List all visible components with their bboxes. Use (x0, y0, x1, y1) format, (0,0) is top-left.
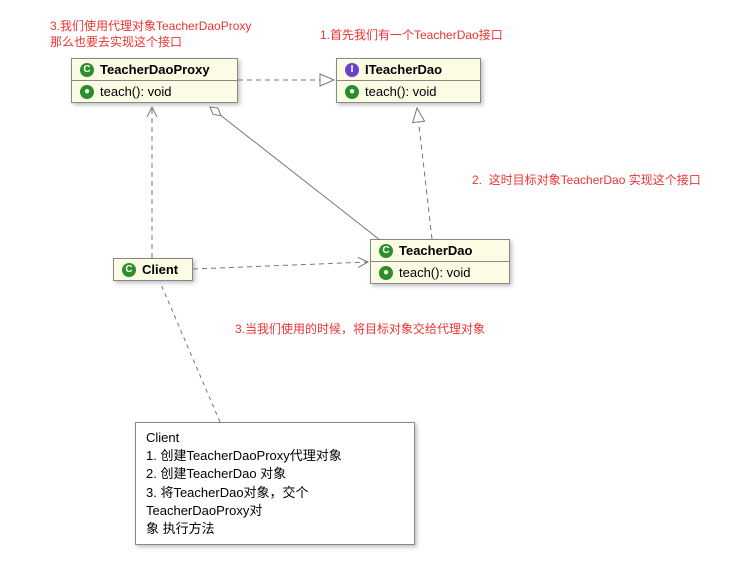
uml-method: ● teach(): void (337, 81, 480, 102)
annotation-3: 3.我们使用代理对象TeacherDaoProxy 那么也要去实现这个接口 (50, 18, 251, 50)
edge-dao-implements-iface (417, 108, 432, 239)
method-icon: ● (80, 85, 94, 99)
method-icon: ● (345, 85, 359, 99)
class-name: Client (142, 262, 178, 277)
interface-icon: I (345, 63, 359, 77)
note-line: 3. 将TeacherDao对象，交个TeacherDaoProxy对 (146, 484, 404, 520)
edge-client-uses-dao (193, 262, 368, 269)
note-line: 2. 创建TeacherDao 对象 (146, 465, 404, 483)
method-signature: teach(): void (399, 265, 471, 280)
uml-class-teacherdaoproxy: C TeacherDaoProxy ● teach(): void (71, 58, 238, 103)
uml-class-title: C TeacherDao (371, 240, 509, 262)
note-line: 象 执行方法 (146, 520, 404, 538)
class-icon: C (379, 244, 393, 258)
note-title: Client (146, 429, 404, 447)
edge-note-to-client (160, 282, 220, 422)
method-icon: ● (379, 266, 393, 280)
annotation-4: 3.当我们使用的时候，将目标对象交给代理对象 (235, 321, 485, 337)
method-signature: teach(): void (365, 84, 437, 99)
class-name: TeacherDao (399, 243, 472, 258)
method-signature: teach(): void (100, 84, 172, 99)
uml-class-client: C Client (113, 258, 193, 281)
edge-proxy-aggregates-dao (210, 107, 380, 240)
uml-method: ● teach(): void (72, 81, 237, 102)
note-line: 1. 创建TeacherDaoProxy代理对象 (146, 447, 404, 465)
annotation-3-line1: 3.我们使用代理对象TeacherDaoProxy (50, 19, 251, 33)
uml-interface-title: I ITeacherDao (337, 59, 480, 81)
uml-class-teacherdao: C TeacherDao ● teach(): void (370, 239, 510, 284)
annotation-2: 2. 这时目标对象TeacherDao 实现这个接口 (472, 172, 701, 188)
uml-interface-iteacherdao: I ITeacherDao ● teach(): void (336, 58, 481, 103)
annotation-1: 1.首先我们有一个TeacherDao接口 (320, 27, 503, 43)
uml-class-title: C Client (114, 259, 192, 280)
uml-class-title: C TeacherDaoProxy (72, 59, 237, 81)
diagram-canvas: 1.首先我们有一个TeacherDao接口 3.我们使用代理对象TeacherD… (0, 0, 750, 565)
uml-note-client: Client 1. 创建TeacherDaoProxy代理对象 2. 创建Tea… (135, 422, 415, 545)
class-icon: C (122, 263, 136, 277)
uml-method: ● teach(): void (371, 262, 509, 283)
interface-name: ITeacherDao (365, 62, 442, 77)
class-icon: C (80, 63, 94, 77)
class-name: TeacherDaoProxy (100, 62, 210, 77)
annotation-3-line2: 那么也要去实现这个接口 (50, 35, 182, 49)
